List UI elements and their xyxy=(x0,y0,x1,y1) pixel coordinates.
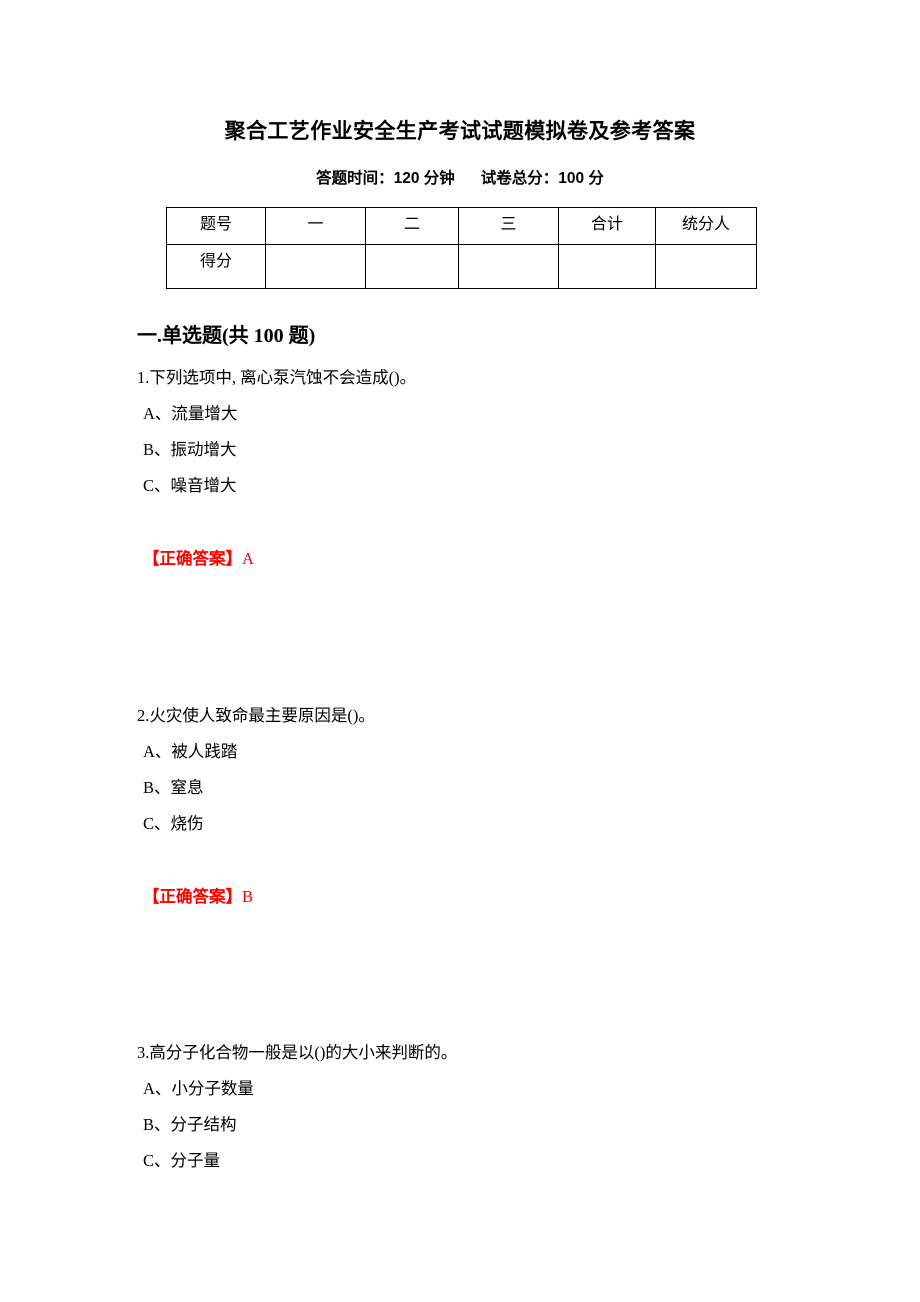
table-row: 得分 xyxy=(166,244,757,289)
score-table-header-cell: 统分人 xyxy=(655,207,757,245)
exam-meta-line: 答题时间：120 分钟 试卷总分：100 分 xyxy=(0,168,920,190)
score-cell xyxy=(365,244,459,289)
question-option[interactable]: A、被人践踏 xyxy=(137,734,857,770)
score-cell xyxy=(558,244,656,289)
score-table-header-cell: 三 xyxy=(458,207,559,245)
exam-paper-page: 聚合工艺作业安全生产考试试题模拟卷及参考答案 答题时间：120 分钟 试卷总分：1… xyxy=(0,0,920,1302)
score-row-label: 得分 xyxy=(166,244,266,289)
question-option[interactable]: C、噪音增大 xyxy=(137,468,857,504)
correct-answer-2: 【正确答案】B xyxy=(137,882,253,912)
question-option[interactable]: B、分子结构 xyxy=(137,1107,857,1143)
page-title: 聚合工艺作业安全生产考试试题模拟卷及参考答案 xyxy=(224,119,696,143)
section-heading-single-choice: 一.单选题(共 100 题) xyxy=(137,325,316,347)
score-cell xyxy=(458,244,559,289)
correct-answer-1: 【正确答案】A xyxy=(137,544,254,574)
question-stem: 3.高分子化合物一般是以()的大小来判断的。 xyxy=(137,1043,458,1062)
question-stem: 1.下列选项中, 离心泵汽蚀不会造成()。 xyxy=(137,368,417,387)
question-option[interactable]: C、分子量 xyxy=(137,1143,857,1179)
question-option[interactable]: B、窒息 xyxy=(137,770,857,806)
exam-duration: 答题时间：120 分钟 xyxy=(316,170,455,187)
score-table-header-cell: 合计 xyxy=(558,207,656,245)
score-table: 题号 一 二 三 合计 统分人 得分 xyxy=(166,207,757,289)
question-option[interactable]: C、烧伤 xyxy=(137,806,857,842)
correct-answer-label: 【正确答案】 xyxy=(143,549,242,568)
question-stem: 2.火灾使人致命最主要原因是()。 xyxy=(137,706,375,725)
table-row: 题号 一 二 三 合计 统分人 xyxy=(166,207,757,245)
score-table-header-cell: 一 xyxy=(265,207,366,245)
score-table-header-cell: 二 xyxy=(365,207,459,245)
question-option[interactable]: A、小分子数量 xyxy=(137,1071,857,1107)
question-block-1: 1.下列选项中, 离心泵汽蚀不会造成()。 A、流量增大 B、振动增大 C、噪音… xyxy=(137,360,857,504)
correct-answer-value: A xyxy=(242,549,254,568)
exam-total-score: 试卷总分：100 分 xyxy=(480,170,604,187)
question-block-2: 2.火灾使人致命最主要原因是()。 A、被人践踏 B、窒息 C、烧伤 xyxy=(137,698,857,842)
correct-answer-label: 【正确答案】 xyxy=(143,887,242,906)
score-cell xyxy=(655,244,757,289)
score-cell xyxy=(265,244,366,289)
question-option[interactable]: A、流量增大 xyxy=(137,396,857,432)
question-option[interactable]: B、振动增大 xyxy=(137,432,857,468)
score-table-header-cell: 题号 xyxy=(166,207,266,245)
correct-answer-value: B xyxy=(242,887,254,906)
question-block-3: 3.高分子化合物一般是以()的大小来判断的。 A、小分子数量 B、分子结构 C、… xyxy=(137,1035,857,1179)
